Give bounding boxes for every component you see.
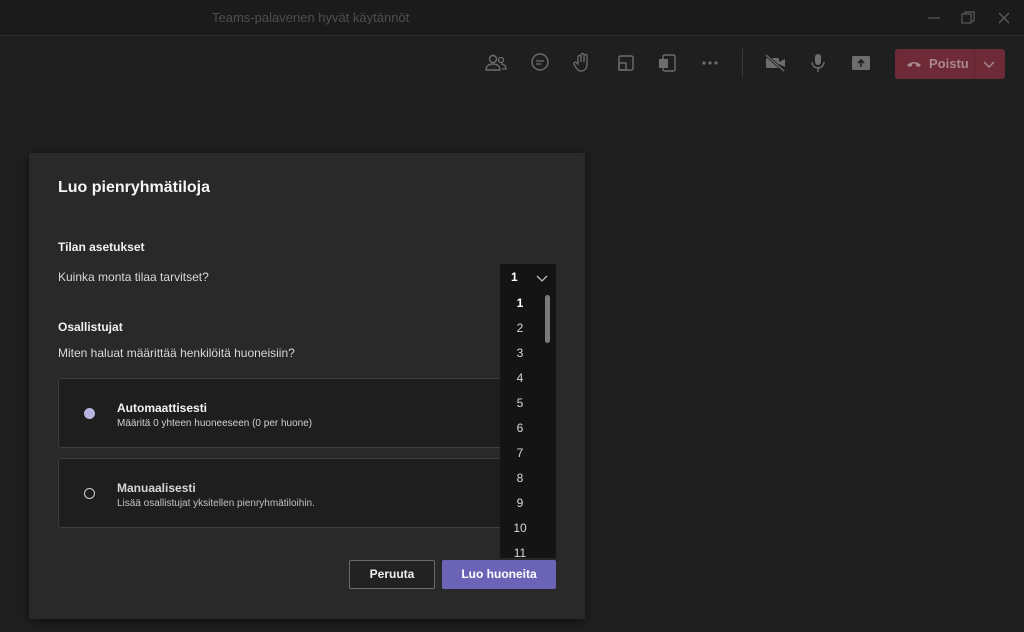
option-automatic-subtitle: Määritä 0 yhteen huoneeseen (0 per huone… bbox=[117, 418, 313, 429]
microphone-icon[interactable] bbox=[804, 51, 832, 75]
room-count-value: 1 bbox=[511, 270, 518, 284]
restore-icon[interactable] bbox=[958, 8, 978, 28]
room-count-option[interactable]: 3 bbox=[500, 346, 540, 360]
more-icon[interactable] bbox=[696, 51, 724, 75]
option-manual-subtitle: Lisää osallistujat yksitellen pienryhmät… bbox=[117, 498, 315, 509]
option-automatic-title: Automaattisesti bbox=[117, 401, 208, 415]
room-count-option[interactable]: 4 bbox=[500, 371, 540, 385]
leave-label: Poistu bbox=[929, 56, 969, 71]
room-count-dropdown[interactable]: 1 bbox=[500, 264, 556, 290]
option-manual[interactable]: Manuaalisesti Lisää osallistujat yksitel… bbox=[58, 458, 528, 528]
room-count-question: Kuinka monta tilaa tarvitset? bbox=[58, 270, 209, 284]
apps-icon[interactable] bbox=[654, 51, 682, 75]
option-manual-title: Manuaalisesti bbox=[117, 481, 196, 495]
room-count-option[interactable]: 5 bbox=[500, 396, 540, 410]
leave-divider bbox=[974, 49, 975, 79]
room-count-option[interactable]: 1 bbox=[500, 296, 540, 310]
room-count-option[interactable]: 10 bbox=[500, 521, 540, 535]
minimize-icon[interactable] bbox=[924, 8, 944, 28]
cancel-button[interactable]: Peruuta bbox=[349, 560, 435, 589]
chevron-down-icon[interactable] bbox=[981, 57, 997, 71]
title-bar: Teams-palaverien hyvät käytännöt bbox=[0, 0, 1024, 36]
chevron-down-icon bbox=[535, 271, 549, 283]
leave-button[interactable]: Poistu bbox=[895, 49, 1005, 79]
room-count-options: 1 2 3 4 5 6 7 8 9 10 11 bbox=[500, 290, 556, 558]
dialog-title: Luo pienryhmätiloja bbox=[58, 179, 211, 196]
room-count-option[interactable]: 7 bbox=[500, 446, 540, 460]
create-rooms-button[interactable]: Luo huoneita bbox=[442, 560, 556, 589]
camera-off-icon[interactable] bbox=[761, 51, 789, 75]
window-title: Teams-palaverien hyvät käytännöt bbox=[212, 10, 410, 25]
dropdown-scrollbar[interactable] bbox=[545, 295, 550, 343]
participants-heading: Osallistujat bbox=[58, 320, 123, 334]
room-count-option[interactable]: 11 bbox=[500, 546, 540, 558]
room-count-option[interactable]: 8 bbox=[500, 471, 540, 485]
meeting-toolbar: Poistu bbox=[0, 37, 1024, 89]
raise-hand-icon[interactable] bbox=[569, 51, 597, 75]
chat-icon[interactable] bbox=[526, 51, 554, 75]
share-icon[interactable] bbox=[847, 51, 875, 75]
participants-question: Miten haluat määrittää henkilöitä huonei… bbox=[58, 346, 295, 360]
breakout-rooms-icon[interactable] bbox=[612, 51, 640, 75]
option-automatic[interactable]: Automaattisesti Määritä 0 yhteen huonees… bbox=[58, 378, 528, 448]
room-count-option[interactable]: 9 bbox=[500, 496, 540, 510]
toolbar-divider bbox=[742, 49, 743, 77]
room-count-option[interactable]: 2 bbox=[500, 321, 540, 335]
phone-hangup-icon bbox=[905, 56, 923, 72]
room-settings-heading: Tilan asetukset bbox=[58, 240, 145, 254]
close-icon[interactable] bbox=[994, 8, 1014, 28]
room-count-option[interactable]: 6 bbox=[500, 421, 540, 435]
radio-automatic[interactable] bbox=[84, 408, 95, 419]
participants-icon[interactable] bbox=[482, 51, 510, 75]
radio-manual[interactable] bbox=[84, 488, 95, 499]
